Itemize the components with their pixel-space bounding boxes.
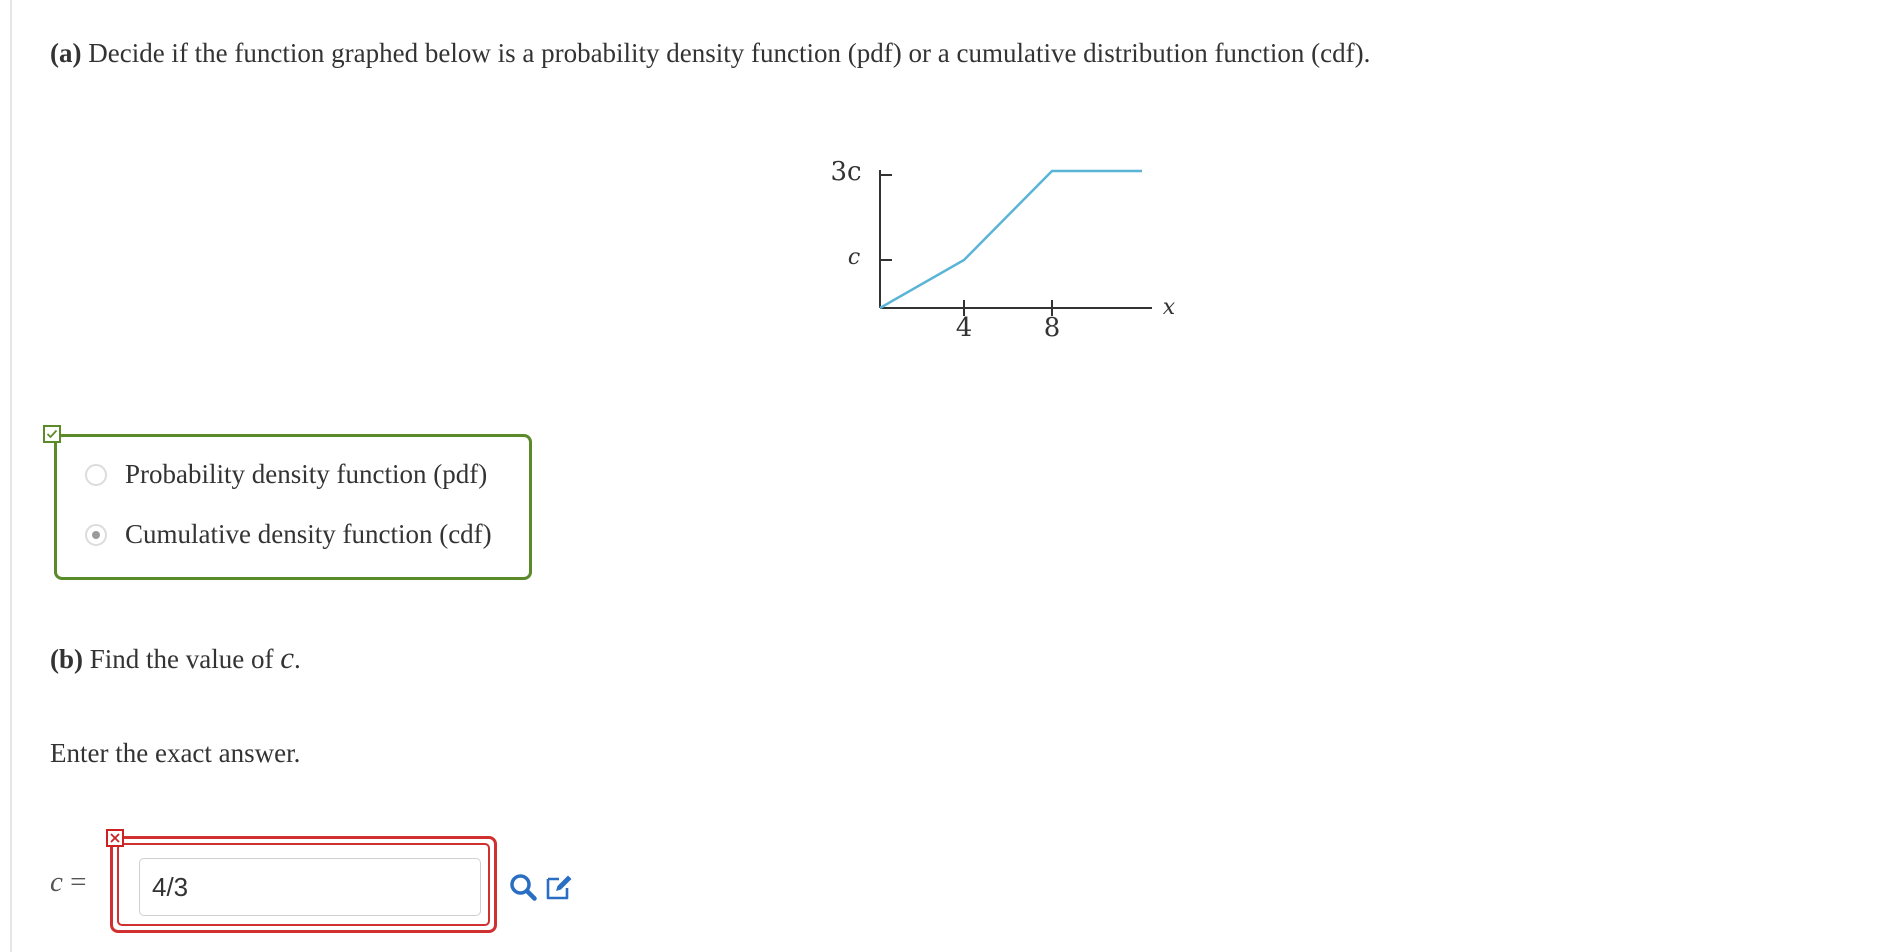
- y-tick-label-c: c: [848, 245, 860, 270]
- x-tick-label-8: 8: [1044, 313, 1061, 343]
- answer-field-inner-frame: [117, 843, 490, 926]
- left-margin-rule: [10, 0, 12, 952]
- answer-equals: =: [70, 866, 87, 898]
- x-tick-label-4: 4: [956, 313, 973, 343]
- choice-pdf-label: Probability density function (pdf): [125, 459, 488, 489]
- part-a-label: (a): [50, 38, 82, 68]
- choice-group: Probability density function (pdf) Cumul…: [54, 434, 532, 580]
- part-b-label: (b): [50, 644, 83, 674]
- choice-pdf[interactable]: Probability density function (pdf): [85, 459, 487, 490]
- part-a-text: Decide if the function graphed below is …: [88, 38, 1371, 68]
- x-axis-label: x: [1163, 295, 1176, 320]
- correct-check-icon: [43, 425, 61, 443]
- radio-selected-dot: [92, 530, 100, 539]
- answer-input[interactable]: [139, 858, 481, 916]
- search-icon[interactable]: [508, 872, 538, 902]
- part-b-variable: c: [280, 640, 294, 675]
- choice-cdf[interactable]: Cumulative density function (cdf): [85, 519, 492, 550]
- instruction-text: Enter the exact answer.: [50, 738, 301, 768]
- y-tick-label-3c: 3c: [830, 157, 861, 187]
- choice-cdf-label: Cumulative density function (cdf): [125, 519, 492, 549]
- question-a: (a) Decide if the function graphed below…: [50, 38, 1370, 69]
- radio-pdf[interactable]: [85, 463, 107, 486]
- function-graph: 3c c 4 8 x: [780, 140, 1200, 365]
- edit-icon[interactable]: [544, 872, 574, 902]
- answer-variable: c: [50, 866, 63, 898]
- answer-variable-label: c =: [50, 866, 86, 899]
- question-b: (b) Find the value of c.: [50, 640, 301, 676]
- function-line: [879, 169, 1142, 310]
- radio-cdf[interactable]: [85, 523, 107, 546]
- function-graph-svg: 3c c 4 8 x: [830, 157, 1176, 343]
- incorrect-x-icon: [106, 829, 124, 847]
- part-b-period: .: [293, 644, 301, 674]
- answer-field-frame: [110, 836, 497, 933]
- part-b-text: Find the value of: [89, 644, 274, 674]
